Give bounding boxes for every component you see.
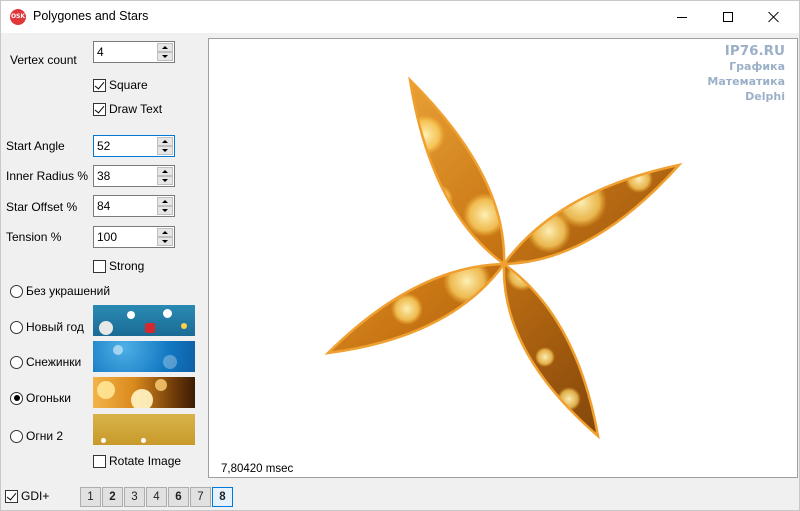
draw-text-check-icon[interactable] [93, 102, 106, 116]
drawing-canvas[interactable]: IP76.RU Графика Математика Delphi 7,8042… [208, 38, 798, 478]
inner-radius-spinner[interactable] [93, 165, 175, 187]
new-year-thumbnail[interactable] [93, 305, 195, 336]
preset-button-2[interactable]: 2 [102, 487, 123, 507]
start-angle-spinner[interactable] [93, 135, 175, 157]
tension-label: Tension % [6, 230, 62, 244]
star-drawing [324, 76, 683, 440]
preset-button-6[interactable]: 6 [168, 487, 189, 507]
tension-input[interactable] [97, 229, 155, 245]
inner-radius-label: Inner Radius % [6, 169, 89, 183]
preset-button-1[interactable]: 1 [80, 487, 101, 507]
radio-label: Снежинки [26, 355, 82, 369]
start-angle-up-icon[interactable] [157, 137, 173, 146]
preset-button-7[interactable]: 7 [190, 487, 211, 507]
tension-down-icon[interactable] [157, 237, 173, 246]
start-angle-label: Start Angle [6, 139, 65, 153]
rotate-image-check-icon[interactable] [93, 454, 106, 468]
gdi-plus-check-icon[interactable] [5, 489, 18, 503]
star-offset-label: Star Offset % [6, 200, 78, 214]
minimize-icon [677, 16, 687, 18]
square-checkbox[interactable]: Square [93, 78, 148, 92]
radio-lights-2[interactable]: Огни 2 [10, 429, 63, 443]
lights-thumbnail[interactable] [93, 377, 195, 408]
radio-circle-icon[interactable] [10, 429, 23, 443]
snowflakes-thumbnail[interactable] [93, 341, 195, 372]
vertex-count-up-icon[interactable] [157, 43, 173, 52]
rotate-image-checkbox[interactable]: Rotate Image [93, 454, 181, 468]
radio-label: Новый год [26, 320, 84, 334]
star-offset-input[interactable] [97, 198, 155, 214]
rotate-image-label: Rotate Image [109, 454, 182, 468]
star-offset-down-icon[interactable] [157, 206, 173, 215]
lights-2-thumbnail[interactable] [93, 414, 195, 445]
strong-check-icon[interactable] [93, 259, 106, 273]
radio-label: Огни 2 [26, 429, 64, 443]
start-angle-down-icon[interactable] [157, 146, 173, 155]
maximize-button[interactable] [705, 1, 751, 33]
start-angle-input[interactable] [97, 138, 155, 154]
app-window: OSK Polygones and Stars Vertex count Squ… [0, 0, 800, 511]
radio-label: Огоньки [26, 391, 71, 405]
star-offset-spinner[interactable] [93, 195, 175, 217]
preset-buttons: 1 2 3 4 6 7 8 [80, 487, 233, 507]
gdi-plus-label: GDI+ [21, 489, 50, 503]
radio-snowflakes[interactable]: Снежинки [10, 355, 81, 369]
radio-circle-icon[interactable] [10, 284, 23, 298]
radio-circle-icon[interactable] [10, 391, 23, 405]
maximize-icon [723, 12, 733, 22]
inner-radius-up-icon[interactable] [157, 167, 173, 176]
vertex-count-input[interactable] [97, 44, 155, 60]
star-offset-up-icon[interactable] [157, 197, 173, 206]
strong-checkbox[interactable]: Strong [93, 259, 144, 273]
strong-label: Strong [109, 259, 145, 273]
tension-up-icon[interactable] [157, 228, 173, 237]
tension-spinner[interactable] [93, 226, 175, 248]
inner-radius-input[interactable] [97, 168, 155, 184]
minimize-button[interactable] [659, 1, 705, 33]
render-time-label: 7,80420 msec [221, 463, 294, 475]
radio-circle-icon[interactable] [10, 355, 23, 369]
gdi-plus-checkbox[interactable]: GDI+ [5, 489, 49, 503]
radio-no-decoration[interactable]: Без украшений [10, 284, 110, 298]
radio-label: Без украшений [26, 284, 111, 298]
draw-text-label: Draw Text [109, 102, 163, 116]
star-petals [324, 76, 683, 440]
vertex-count-spinner[interactable] [93, 41, 175, 63]
square-label: Square [109, 78, 148, 92]
radio-lights[interactable]: Огоньки [10, 391, 71, 405]
window-title: Polygones and Stars [33, 9, 149, 23]
inner-radius-down-icon[interactable] [157, 176, 173, 185]
vertex-count-label: Vertex count [10, 53, 77, 67]
vertex-count-down-icon[interactable] [157, 52, 173, 61]
radio-circle-icon[interactable] [10, 320, 23, 334]
close-button[interactable] [751, 1, 797, 33]
close-icon [768, 11, 780, 23]
preset-button-4[interactable]: 4 [146, 487, 167, 507]
draw-text-checkbox[interactable]: Draw Text [93, 102, 162, 116]
preset-button-8[interactable]: 8 [212, 487, 233, 507]
radio-new-year[interactable]: Новый год [10, 320, 84, 334]
preset-button-3[interactable]: 3 [124, 487, 145, 507]
app-icon: OSK [10, 9, 26, 25]
title-bar: OSK Polygones and Stars [1, 1, 799, 33]
square-check-icon[interactable] [93, 78, 106, 92]
